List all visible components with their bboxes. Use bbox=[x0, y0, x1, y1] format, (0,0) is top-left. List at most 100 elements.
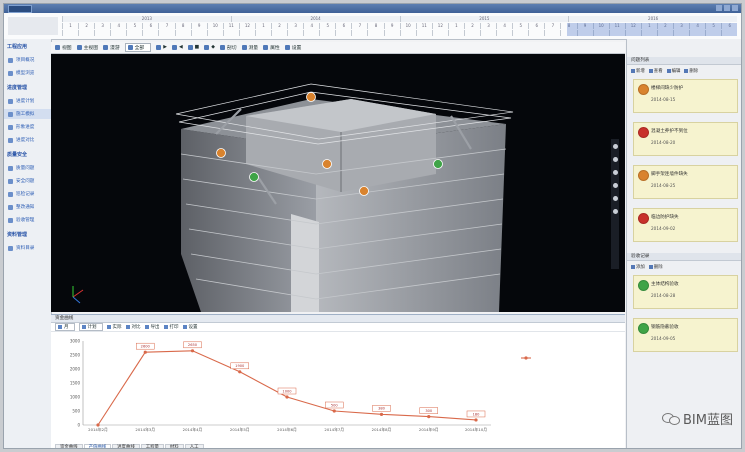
nav-item[interactable]: 进度计划 bbox=[8, 96, 34, 106]
issue-card[interactable]: 楼梯间缺少防护 2014-08-15 bbox=[633, 79, 738, 113]
nav-item[interactable]: 进度对比 bbox=[8, 135, 34, 145]
timeline-month[interactable]: 2 bbox=[463, 23, 480, 29]
data-point[interactable] bbox=[332, 409, 336, 413]
select-tool-icon[interactable] bbox=[612, 144, 618, 149]
data-point[interactable] bbox=[238, 370, 242, 374]
timeline-month[interactable]: 3 bbox=[287, 23, 303, 29]
timeline-month[interactable]: 4 bbox=[496, 23, 512, 29]
nav-item[interactable]: 验收管理 bbox=[8, 215, 34, 225]
timeline-month[interactable]: 5 bbox=[319, 23, 335, 29]
window-controls[interactable] bbox=[716, 5, 738, 11]
chart-tab[interactable]: 材料 bbox=[164, 444, 184, 448]
timeline-selection[interactable] bbox=[567, 23, 737, 36]
toolbar-button[interactable]: ■ bbox=[187, 45, 199, 50]
bim-3d-viewport[interactable] bbox=[51, 54, 625, 312]
issue-card[interactable]: 脚手架连墙件缺失 2014-08-25 bbox=[633, 165, 738, 199]
panel-tool-button[interactable]: 新增 bbox=[631, 68, 645, 74]
fit-view-icon[interactable] bbox=[612, 196, 618, 201]
timeline-month[interactable]: 4 bbox=[110, 23, 126, 29]
issue-card[interactable]: 临边防护缺失 2014-09-02 bbox=[633, 208, 738, 242]
chart-tab[interactable]: 人工 bbox=[184, 444, 204, 448]
data-point[interactable] bbox=[96, 423, 100, 427]
chart-tab[interactable]: 产值曲线 bbox=[83, 444, 112, 448]
issue-card[interactable]: 混凝土养护不到位 2014-08-20 bbox=[633, 122, 738, 156]
zoom-tool-icon[interactable] bbox=[612, 183, 618, 188]
timeline-month[interactable]: 1 bbox=[254, 23, 271, 29]
data-point[interactable] bbox=[427, 415, 431, 419]
toolbar-button[interactable]: 设置 bbox=[284, 44, 301, 51]
acceptance-marker[interactable] bbox=[249, 172, 259, 182]
toolbar-button[interactable]: 全部 bbox=[124, 43, 152, 52]
timeline-month[interactable]: 11 bbox=[222, 23, 239, 29]
chart-tab[interactable]: 进度曲线 bbox=[112, 444, 140, 448]
nav-item[interactable]: 形象进度 bbox=[8, 122, 34, 132]
data-point[interactable] bbox=[379, 412, 384, 416]
timeline-month[interactable]: 3 bbox=[94, 23, 110, 29]
chart-tool-button[interactable]: 实际 bbox=[106, 324, 122, 330]
chart-tool-button[interactable]: 设置 bbox=[182, 324, 198, 330]
toolbar-button[interactable]: 剖切 bbox=[219, 44, 237, 51]
chart-tool-button[interactable]: 计划 bbox=[78, 323, 103, 331]
timeline-month[interactable]: 1 bbox=[447, 23, 464, 29]
toolbar-button[interactable]: 属性 bbox=[263, 44, 280, 51]
timeline-month[interactable]: 6 bbox=[335, 23, 351, 29]
schedule-timeline[interactable]: 2013 2014 2015 2016 1 2 3 4 5 6 7 8 9 10 11 12 1 2 3 4 5 6 7 8… bbox=[4, 13, 741, 40]
nav-item[interactable]: 资料目录 bbox=[8, 243, 34, 253]
data-point[interactable] bbox=[285, 395, 289, 399]
minimize-icon[interactable] bbox=[716, 5, 722, 11]
timeline-month[interactable]: 1 bbox=[62, 23, 78, 29]
nav-item[interactable]: 项目概况 bbox=[8, 55, 34, 65]
issue-card[interactable]: 钢筋隐蔽验收 2014-09-05 bbox=[633, 318, 738, 352]
timeline-month[interactable]: 5 bbox=[512, 23, 528, 29]
maximize-icon[interactable] bbox=[724, 5, 730, 11]
nav-item[interactable]: 整改通知 bbox=[8, 202, 34, 212]
toolbar-button[interactable]: 测量 bbox=[241, 44, 258, 51]
timeline-month[interactable]: 6 bbox=[142, 23, 158, 29]
timeline-month[interactable]: 9 bbox=[190, 23, 207, 29]
toolbar-button[interactable]: ◆ bbox=[204, 45, 215, 50]
panel-tool-button[interactable]: 编辑 bbox=[666, 68, 680, 74]
chart-tool-button[interactable]: 对比 bbox=[125, 324, 141, 330]
nav-item[interactable]: 施工模拟 bbox=[4, 109, 51, 119]
close-icon[interactable] bbox=[732, 5, 738, 11]
data-point[interactable] bbox=[474, 418, 478, 422]
chart-tool-button[interactable]: 打印 bbox=[163, 324, 179, 330]
chart-tool-button[interactable]: 月 bbox=[55, 323, 75, 331]
chart-tool-button[interactable]: 导出 bbox=[144, 324, 160, 330]
acceptance-marker[interactable] bbox=[433, 159, 443, 169]
issue-marker[interactable] bbox=[306, 92, 316, 102]
timeline-month[interactable]: 7 bbox=[351, 23, 367, 29]
timeline-month[interactable]: 2 bbox=[78, 23, 94, 29]
timeline-month[interactable]: 12 bbox=[431, 23, 448, 29]
panel-tool-button[interactable]: 查看 bbox=[648, 68, 663, 74]
panel-tool-button[interactable]: 添加 bbox=[631, 264, 645, 270]
nav-item[interactable]: 质量问题 bbox=[8, 163, 34, 173]
timeline-month[interactable]: 9 bbox=[383, 23, 400, 29]
issue-marker[interactable] bbox=[216, 148, 226, 158]
chart-tab[interactable]: 资金曲线 bbox=[55, 444, 83, 448]
issue-marker[interactable] bbox=[359, 186, 369, 196]
timeline-month[interactable]: 4 bbox=[303, 23, 319, 29]
timeline-month[interactable]: 11 bbox=[415, 23, 432, 29]
timeline-month[interactable]: 5 bbox=[126, 23, 142, 29]
rotate-tool-icon[interactable] bbox=[612, 170, 618, 175]
nav-item[interactable]: 巡检记录 bbox=[8, 189, 34, 199]
timeline-month[interactable]: 2 bbox=[271, 23, 287, 29]
issue-marker[interactable] bbox=[322, 159, 332, 169]
panel-tool-button[interactable]: 删除 bbox=[648, 264, 663, 270]
data-point[interactable] bbox=[190, 349, 195, 353]
issue-card[interactable]: 主体结构验收 2014-08-28 bbox=[633, 275, 738, 309]
timeline-month[interactable]: 7 bbox=[544, 23, 560, 29]
timeline-month[interactable]: 12 bbox=[238, 23, 255, 29]
toolbar-button[interactable]: ▶ bbox=[156, 45, 167, 50]
nav-item[interactable]: 模型浏览 bbox=[8, 68, 34, 78]
nav-item[interactable]: 安全问题 bbox=[8, 176, 34, 186]
timeline-month[interactable]: 6 bbox=[528, 23, 544, 29]
panel-tool-button[interactable]: 删除 bbox=[684, 68, 698, 74]
chart-tab[interactable]: 工程量 bbox=[140, 444, 164, 448]
timeline-month[interactable]: 8 bbox=[367, 23, 383, 29]
timeline-month[interactable]: 10 bbox=[399, 23, 416, 29]
data-point[interactable] bbox=[143, 350, 147, 354]
timeline-month[interactable]: 8 bbox=[174, 23, 191, 29]
toolbar-button[interactable]: ◀ bbox=[171, 45, 183, 50]
